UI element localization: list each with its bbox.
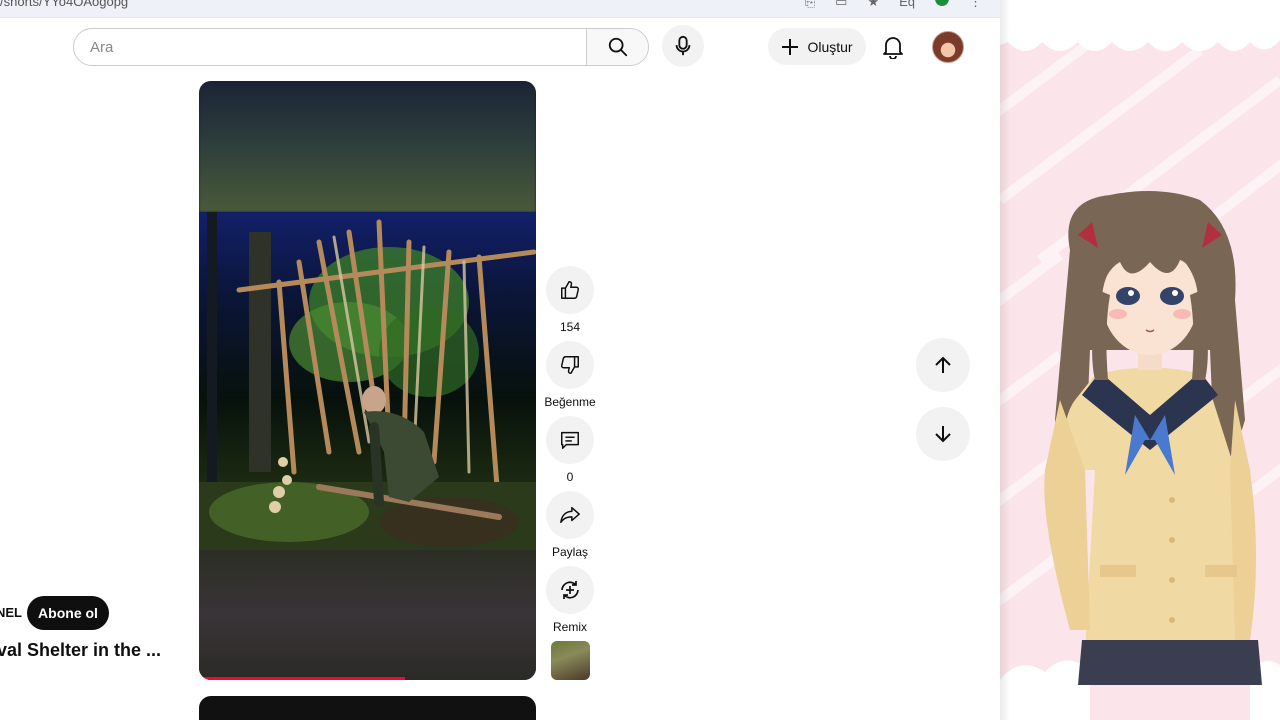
voice-search-button[interactable] (662, 25, 704, 67)
thumbs-up-icon (561, 281, 580, 299)
cast-icon[interactable]: ▭ (835, 0, 847, 10)
url-text[interactable]: /shorts/YYo4OAogopg (0, 0, 128, 9)
plus-icon (782, 38, 799, 55)
screen: /shorts/YYo4OAogopg ⎘ ▭ ★ Eq ⋮ Oluştur (0, 0, 1280, 720)
remix-action: Remix (546, 566, 594, 634)
search-button[interactable] (586, 29, 648, 65)
vtuber-overlay (1000, 0, 1280, 720)
remix-label: Remix (552, 620, 587, 634)
translate-icon[interactable]: ⎘ (805, 0, 815, 10)
search-icon (608, 37, 627, 57)
video-frame (199, 212, 536, 550)
notifications-button[interactable] (878, 32, 908, 62)
search-input[interactable] (74, 29, 586, 65)
remix-button[interactable] (546, 566, 594, 614)
subscribe-button[interactable]: Abone ol (27, 596, 109, 630)
bell-icon (883, 37, 903, 59)
video-title[interactable]: val Shelter in the ... (0, 640, 161, 661)
thumbs-down-icon (560, 356, 579, 374)
comment-icon (561, 431, 579, 449)
share-button[interactable] (546, 491, 594, 539)
dislike-label: Beğenme (544, 395, 596, 409)
avatar[interactable] (932, 31, 964, 63)
like-action: 154 (546, 266, 594, 334)
search-bar (73, 28, 649, 66)
previous-short-button[interactable] (916, 338, 970, 392)
channel-name[interactable]: NEL (0, 605, 22, 620)
comment-action: 0 (546, 416, 594, 484)
overlay-edge (1000, 0, 1010, 720)
share-label: Paylaş (551, 545, 589, 559)
arrow-up-icon (935, 356, 951, 373)
dislike-action: Beğenme (544, 341, 596, 409)
browser-address-bar[interactable]: /shorts/YYo4OAogopg ⎘ ▭ ★ Eq ⋮ (0, 0, 1000, 18)
video-blurred-bottom (199, 550, 536, 680)
remix-icon (561, 581, 579, 599)
comment-button[interactable] (546, 416, 594, 464)
next-short-button[interactable] (916, 407, 970, 461)
mic-icon (675, 35, 691, 56)
create-button-label: Oluştur (807, 38, 853, 55)
share-action: Paylaş (546, 491, 594, 559)
share-icon (560, 506, 580, 524)
menu-icon[interactable]: ⋮ (969, 0, 982, 10)
create-button[interactable]: Oluştur (768, 28, 866, 65)
dislike-button[interactable] (546, 341, 594, 389)
video-blurred-top (199, 81, 536, 212)
arrow-down-icon (935, 426, 951, 443)
profile-icon[interactable] (935, 0, 949, 6)
video-progress-bar[interactable] (199, 677, 405, 680)
browser-toolbar: ⎘ ▭ ★ Eq ⋮ (805, 0, 982, 10)
comment-count: 0 (566, 470, 574, 484)
like-count: 154 (559, 320, 581, 334)
star-icon[interactable]: ★ (867, 0, 879, 10)
next-short-preview[interactable] (199, 696, 536, 720)
like-button[interactable] (546, 266, 594, 314)
shorts-video-player[interactable] (199, 81, 536, 680)
anime-character-illustration (1000, 0, 1280, 720)
sound-thumbnail[interactable] (551, 641, 590, 680)
video-scene-image (199, 212, 536, 550)
zoom-indicator[interactable]: Eq (899, 0, 915, 10)
